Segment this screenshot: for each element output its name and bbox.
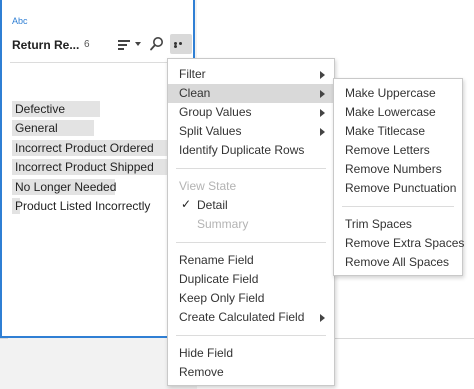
chevron-down-icon xyxy=(135,42,141,46)
menu-item-hide-field[interactable]: Hide Field xyxy=(168,344,334,363)
submenu-item-make-lowercase[interactable]: Make Lowercase xyxy=(334,103,462,122)
menu-item-duplicate-field[interactable]: Duplicate Field xyxy=(168,270,334,289)
submenu-item-remove-all-spaces[interactable]: Remove All Spaces xyxy=(334,253,462,272)
submenu-arrow-icon xyxy=(320,90,325,98)
menu-item-split-values[interactable]: Split Values xyxy=(168,122,334,141)
submenu-item-label: Make Uppercase xyxy=(345,86,436,100)
menu-item-detail[interactable]: ✓ Detail xyxy=(168,196,334,215)
menu-item-label: Duplicate Field xyxy=(179,272,259,286)
menu-item-rename-field[interactable]: Rename Field xyxy=(168,251,334,270)
field-value-count: 6 xyxy=(84,39,90,50)
submenu-item-label: Remove Numbers xyxy=(345,162,442,176)
more-options-icon xyxy=(174,42,188,48)
value-label: Incorrect Product Ordered xyxy=(15,140,154,155)
submenu-item-label: Remove Extra Spaces xyxy=(345,236,465,250)
menu-item-group-values[interactable]: Group Values xyxy=(168,103,334,122)
menu-divider xyxy=(176,335,326,336)
background-divider-left xyxy=(0,338,8,339)
sort-icon xyxy=(118,40,132,52)
submenu-item-label: Make Lowercase xyxy=(345,105,436,119)
menu-item-label: Keep Only Field xyxy=(179,291,265,305)
value-label: Incorrect Product Shipped xyxy=(15,160,154,175)
menu-header-view-state: View State xyxy=(168,177,334,196)
more-options-button[interactable] xyxy=(170,34,192,54)
field-name[interactable]: Return Re... xyxy=(12,38,79,52)
menu-item-identify-duplicate-rows[interactable]: Identify Duplicate Rows xyxy=(168,141,334,160)
submenu-arrow-icon xyxy=(320,128,325,136)
submenu-divider xyxy=(342,206,454,207)
submenu-item-remove-punctuation[interactable]: Remove Punctuation xyxy=(334,179,462,198)
menu-item-label: Split Values xyxy=(179,124,242,138)
search-icon xyxy=(150,37,163,51)
menu-item-remove[interactable]: Remove xyxy=(168,363,334,382)
submenu-item-remove-letters[interactable]: Remove Letters xyxy=(334,141,462,160)
menu-item-keep-only-field[interactable]: Keep Only Field xyxy=(168,289,334,308)
submenu-item-label: Remove All Spaces xyxy=(345,255,450,269)
menu-item-label: Create Calculated Field xyxy=(179,310,305,324)
value-label: Defective xyxy=(15,102,66,116)
menu-item-label: Hide Field xyxy=(179,346,234,360)
menu-divider xyxy=(176,242,326,243)
clean-submenu: Make Uppercase Make Lowercase Make Title… xyxy=(333,78,465,276)
menu-item-clean[interactable]: Clean xyxy=(168,84,334,103)
header-divider xyxy=(10,62,170,63)
menu-divider xyxy=(176,168,326,169)
menu-item-label: Detail xyxy=(197,198,228,212)
menu-item-label: Filter xyxy=(179,67,206,81)
menu-item-label: Identify Duplicate Rows xyxy=(179,143,305,157)
field-profile-card[interactable]: Abc Return Re... 6 Defective General Incor… xyxy=(0,0,195,338)
value-label: No Longer Needed xyxy=(15,179,117,194)
menu-item-create-calculated-field[interactable]: Create Calculated Field xyxy=(168,308,334,327)
menu-item-summary[interactable]: Summary xyxy=(168,215,334,234)
menu-item-label: Clean xyxy=(179,86,211,100)
submenu-arrow-icon xyxy=(320,71,325,79)
search-button[interactable] xyxy=(149,36,165,52)
submenu-item-label: Remove Letters xyxy=(345,143,430,157)
menu-item-label: Group Values xyxy=(179,105,252,119)
field-context-menu: Filter Clean Group Values Split Values I… xyxy=(167,58,335,386)
submenu-item-trim-spaces[interactable]: Trim Spaces xyxy=(334,215,462,234)
submenu-item-remove-numbers[interactable]: Remove Numbers xyxy=(334,160,462,179)
menu-item-label: View State xyxy=(179,179,237,193)
submenu-item-remove-extra-spaces[interactable]: Remove Extra Spaces xyxy=(334,234,465,253)
submenu-item-label: Make Titlecase xyxy=(345,124,426,138)
value-label: Product Listed Incorrectly xyxy=(15,198,151,213)
menu-item-label: Rename Field xyxy=(179,253,254,267)
menu-item-filter[interactable]: Filter xyxy=(168,65,334,84)
data-type-label[interactable]: Abc xyxy=(12,16,28,26)
sort-button[interactable] xyxy=(118,37,144,53)
menu-item-label: Summary xyxy=(197,217,249,231)
submenu-arrow-icon xyxy=(320,109,325,117)
submenu-item-label: Trim Spaces xyxy=(345,217,412,231)
value-label: General xyxy=(15,121,58,136)
submenu-item-make-titlecase[interactable]: Make Titlecase xyxy=(334,122,462,141)
submenu-arrow-icon xyxy=(320,314,325,322)
submenu-item-make-uppercase[interactable]: Make Uppercase xyxy=(334,84,462,103)
submenu-item-label: Remove Punctuation xyxy=(345,181,457,195)
menu-item-label: Remove xyxy=(179,365,224,379)
checkmark-icon: ✓ xyxy=(181,197,192,211)
